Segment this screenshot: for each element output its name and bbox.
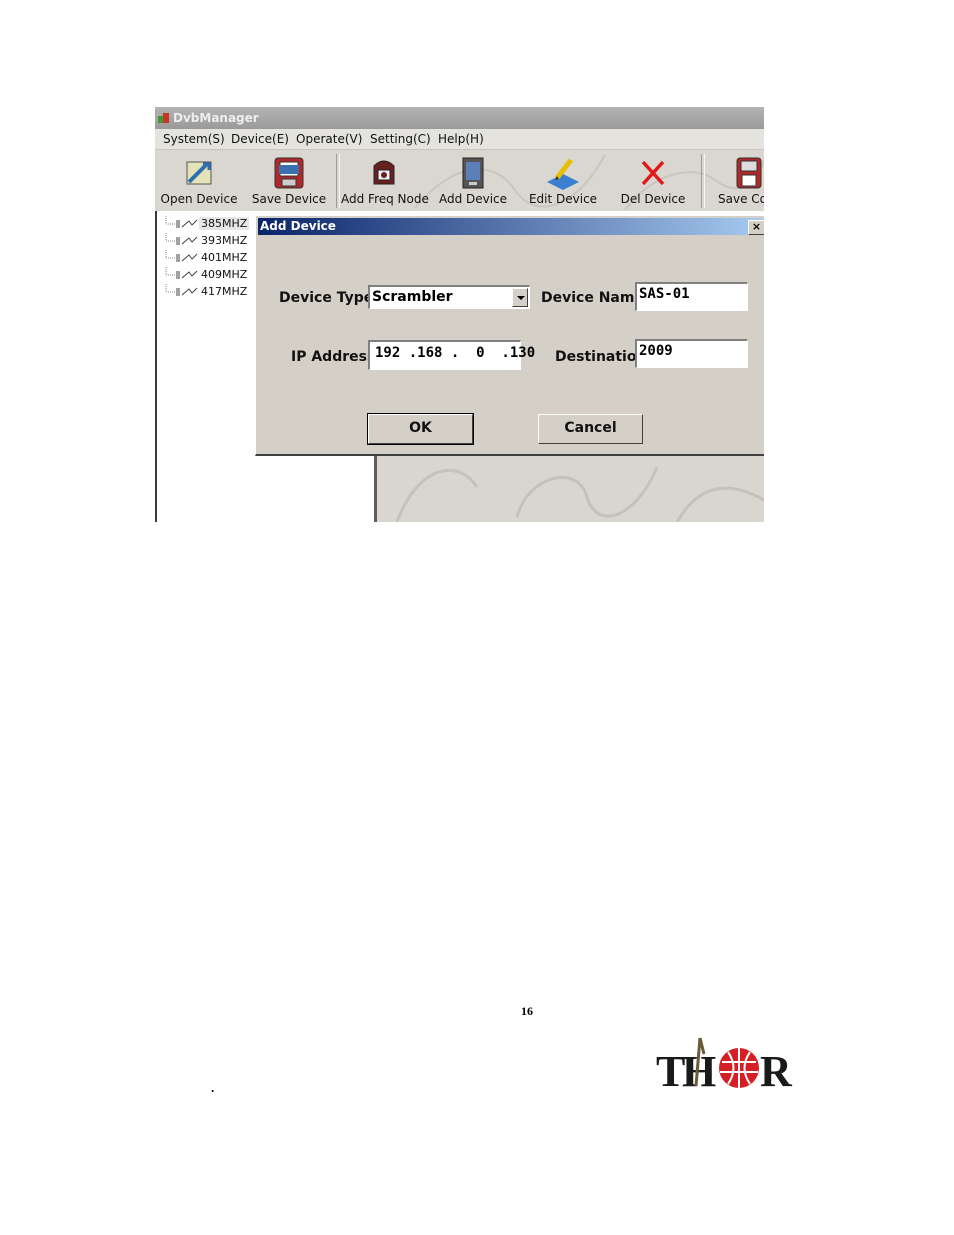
work-area-pattern <box>395 466 764 522</box>
destination-field[interactable]: 2009 <box>635 339 748 368</box>
toolbar-separator <box>701 154 705 208</box>
tree-item-label: 393MHZ <box>201 234 248 247</box>
edit-device-button[interactable]: Edit Device <box>521 150 605 211</box>
tree-node-icon <box>165 250 198 262</box>
work-area <box>374 447 764 522</box>
tree-item-label: 417MHZ <box>201 285 248 298</box>
dialog-title: Add Device <box>260 219 336 233</box>
save-device-icon <box>274 157 304 189</box>
menu-help[interactable]: Help(H) <box>438 132 484 146</box>
del-device-button[interactable]: Del Device <box>611 150 695 211</box>
menu-device[interactable]: Device(E) <box>231 132 289 146</box>
device-name-value: SAS-01 <box>639 286 690 302</box>
tree-node-icon <box>165 233 198 245</box>
del-device-label: Del Device <box>620 192 686 206</box>
cancel-button[interactable]: Cancel <box>538 414 643 444</box>
ip-address-value: 192 .168 . 0 .130 <box>375 345 536 361</box>
screenshot: DvbManager System(S) Device(E) Operate(V… <box>155 107 764 522</box>
ip-address-label: IP Address <box>291 349 376 365</box>
open-device-icon <box>186 161 212 185</box>
menu-operate[interactable]: Operate(V) <box>296 132 362 146</box>
save-config-icon <box>736 157 762 189</box>
page-number: 16 <box>521 1004 533 1018</box>
device-name-label: Device Name <box>541 290 644 306</box>
ok-button[interactable]: OK <box>367 413 474 445</box>
delete-icon <box>641 160 665 186</box>
stray-dot: . <box>211 1080 215 1095</box>
open-device-button[interactable]: Open Device <box>157 150 241 211</box>
device-type-value: Scrambler <box>372 289 453 305</box>
thor-logo: T H R <box>656 1037 793 1092</box>
device-type-select[interactable]: Scrambler <box>368 285 530 309</box>
chevron-down-icon[interactable] <box>512 288 528 307</box>
dialog-titlebar: Add Device × <box>258 218 764 235</box>
ip-address-field[interactable]: 192 .168 . 0 .130 <box>368 340 535 370</box>
add-device-button[interactable]: Add Device <box>431 150 515 211</box>
toolbar: Open Device Save Device Add Freq Node Ad… <box>155 150 764 211</box>
open-device-label: Open Device <box>160 192 238 206</box>
destination-value: 2009 <box>639 343 673 359</box>
save-device-button[interactable]: Save Device <box>247 150 331 211</box>
tree-node-icon <box>165 284 198 296</box>
tree-node-icon <box>165 267 198 279</box>
add-device-icon <box>462 157 484 189</box>
tree-item-label: 385MHZ <box>199 217 250 230</box>
add-freq-node-label: Add Freq Node <box>341 192 429 206</box>
app-icon <box>158 113 169 123</box>
add-freq-node-icon <box>373 160 395 185</box>
add-device-dialog: Add Device × Device Type Scrambler Devic… <box>255 215 764 456</box>
tree-item-label: 409MHZ <box>201 268 248 281</box>
menu-bar: System(S) Device(E) Operate(V) Setting(C… <box>155 129 764 150</box>
destination-label: Destination <box>555 349 647 365</box>
svg-text:T: T <box>656 1047 685 1092</box>
device-name-field[interactable]: SAS-01 <box>635 282 748 311</box>
save-config-button[interactable]: Save Cor <box>707 150 764 211</box>
menu-setting[interactable]: Setting(C) <box>370 132 431 146</box>
save-config-label: Save Cor <box>718 192 764 206</box>
edit-device-icon <box>547 158 579 190</box>
edit-device-label: Edit Device <box>528 192 598 206</box>
add-device-label: Add Device <box>438 192 508 206</box>
svg-text:R: R <box>760 1047 793 1092</box>
close-icon[interactable]: × <box>748 220 764 235</box>
device-type-label: Device Type <box>279 290 374 306</box>
toolbar-separator <box>336 154 340 208</box>
tree-item-label: 401MHZ <box>201 251 248 264</box>
tree-node-icon <box>165 216 198 228</box>
window-titlebar: DvbManager <box>155 107 764 129</box>
add-freq-node-button[interactable]: Add Freq Node <box>341 150 429 211</box>
menu-system[interactable]: System(S) <box>163 132 225 146</box>
save-device-label: Save Device <box>251 192 327 206</box>
window-title: DvbManager <box>173 111 259 125</box>
